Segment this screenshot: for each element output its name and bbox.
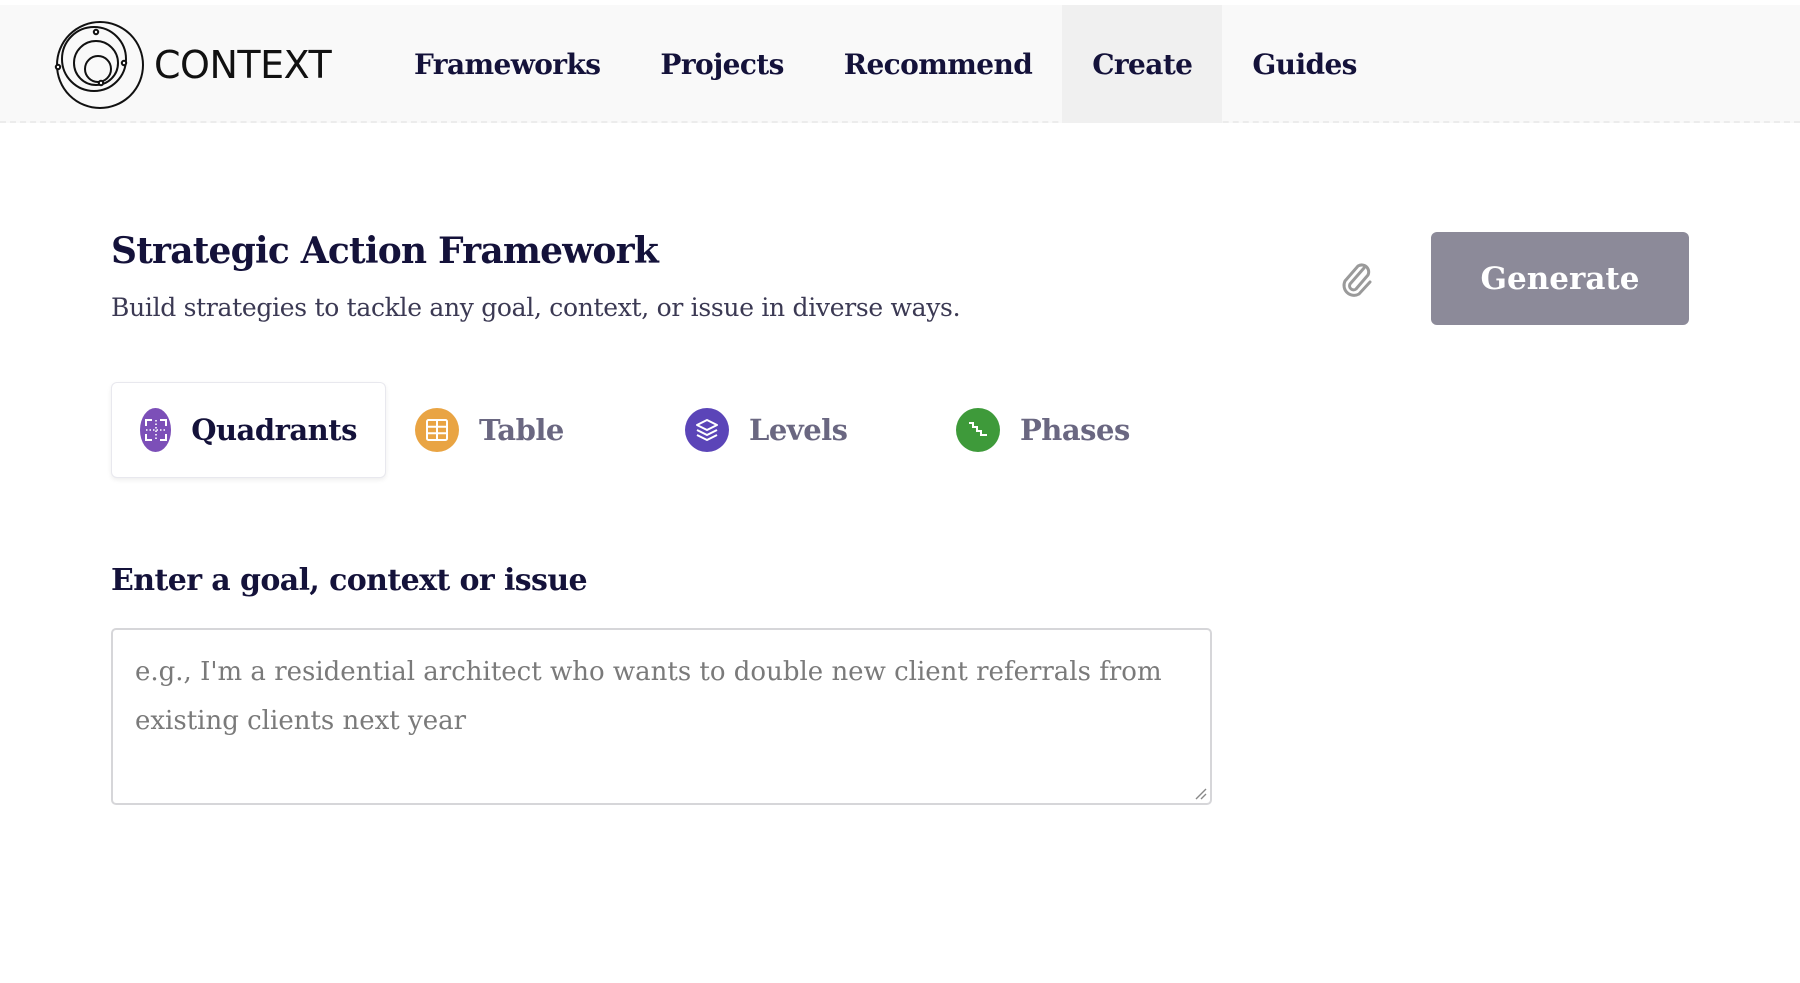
tab-quadrants[interactable]: Quadrants [111,382,386,478]
tab-phases[interactable]: Phases [927,382,1159,478]
table-grid-icon [415,408,459,452]
framework-type-tabs: Quadrants Table Levels Phases [111,382,1159,478]
nav-recommend[interactable]: Recommend [814,5,1062,123]
paperclip-icon [1342,263,1372,297]
nav-create[interactable]: Create [1062,5,1223,123]
context-logo-icon [54,21,144,109]
quadrants-icon [140,408,172,452]
nav-guides[interactable]: Guides [1222,5,1386,123]
tab-label: Table [479,413,564,447]
attach-button[interactable] [1337,258,1375,298]
logo[interactable]: CONTEXT [54,19,332,111]
tab-label: Quadrants [191,413,357,447]
main-nav: Frameworks Projects Recommend Create Gui… [384,5,1387,123]
layers-icon [685,408,729,452]
generate-button[interactable]: Generate [1431,232,1689,325]
page-title: Strategic Action Framework [111,230,659,272]
tab-label: Levels [749,413,848,447]
tab-label: Phases [1020,413,1130,447]
goal-input[interactable] [111,628,1212,805]
tab-levels[interactable]: Levels [656,382,927,478]
top-header: CONTEXT Frameworks Projects Recommend Cr… [0,5,1800,123]
goal-input-label: Enter a goal, context or issue [111,563,588,598]
nav-projects[interactable]: Projects [630,5,813,123]
nav-frameworks[interactable]: Frameworks [384,5,630,123]
page-subtitle: Build strategies to tackle any goal, con… [111,293,961,322]
tab-table[interactable]: Table [386,382,656,478]
logo-text: CONTEXT [154,43,332,87]
stairs-icon [956,408,1000,452]
